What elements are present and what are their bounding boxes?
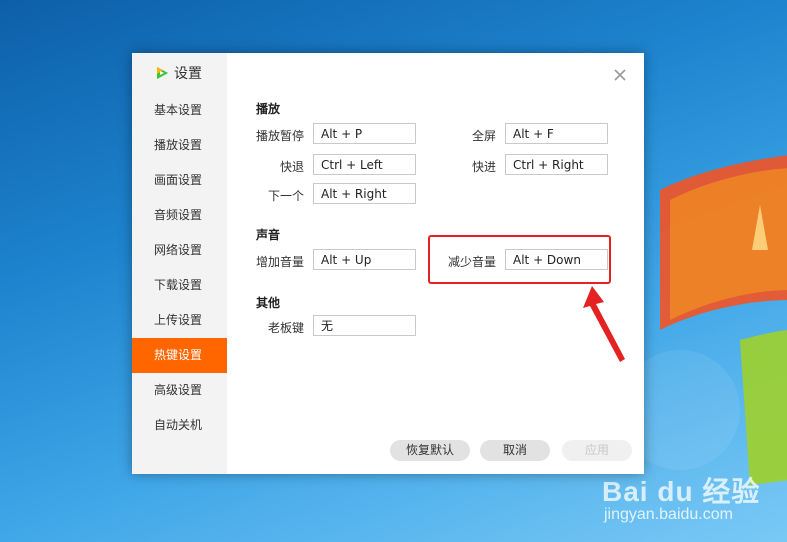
sidebar-item-auto-shutdown[interactable]: 自动关机 <box>132 408 227 443</box>
sidebar-item-download[interactable]: 下载设置 <box>132 268 227 303</box>
hotkey-field-next[interactable]: Alt + Right <box>313 183 416 204</box>
sidebar-item-hotkeys[interactable]: 热键设置 <box>132 338 227 373</box>
hotkey-field-fullscreen[interactable]: Alt + F <box>505 123 608 144</box>
close-icon[interactable] <box>612 67 628 83</box>
annotation-highlight-box <box>428 235 611 284</box>
label-fullscreen: 全屏 <box>471 129 496 143</box>
label-rewind: 快退 <box>279 160 304 174</box>
sidebar-item-network[interactable]: 网络设置 <box>132 233 227 268</box>
reset-defaults-button[interactable]: 恢复默认 <box>390 440 470 461</box>
annotation-arrow-icon <box>583 286 625 362</box>
settings-sidebar: 设置 基本设置 播放设置 画面设置 音频设置 网络设置 下载设置 上传设置 热键… <box>132 53 227 474</box>
sidebar-item-basic[interactable]: 基本设置 <box>132 93 227 128</box>
label-volume-up: 增加音量 <box>255 255 304 269</box>
windows-logo-wallpaper <box>640 155 787 485</box>
watermark-brand: Bai du 经验 <box>602 476 761 507</box>
baidu-jingyan-watermark: Bai du 经验 jingyan.baidu.com <box>602 470 782 530</box>
sidebar-item-picture[interactable]: 画面设置 <box>132 163 227 198</box>
sidebar-item-advanced[interactable]: 高级设置 <box>132 373 227 408</box>
settings-dialog: 设置 基本设置 播放设置 画面设置 音频设置 网络设置 下载设置 上传设置 热键… <box>132 53 644 474</box>
apply-button[interactable]: 应用 <box>562 440 632 461</box>
sidebar-item-upload[interactable]: 上传设置 <box>132 303 227 338</box>
sidebar-item-audio[interactable]: 音频设置 <box>132 198 227 233</box>
section-title-other: 其他 <box>256 296 281 310</box>
settings-nav: 基本设置 播放设置 画面设置 音频设置 网络设置 下载设置 上传设置 热键设置 … <box>132 93 227 443</box>
section-title-sound: 声音 <box>256 228 281 242</box>
label-forward: 快进 <box>471 160 496 174</box>
label-play-pause: 播放暂停 <box>255 129 304 143</box>
hotkey-field-rewind[interactable]: Ctrl + Left <box>313 154 416 175</box>
sidebar-item-playback[interactable]: 播放设置 <box>132 128 227 163</box>
dialog-title-bar: 设置 <box>154 64 202 82</box>
cancel-button[interactable]: 取消 <box>480 440 550 461</box>
hotkey-field-forward[interactable]: Ctrl + Right <box>505 154 608 175</box>
hotkey-field-volume-up[interactable]: Alt + Up <box>313 249 416 270</box>
hotkey-field-play-pause[interactable]: Alt + P <box>313 123 416 144</box>
watermark-url: jingyan.baidu.com <box>604 506 733 523</box>
tencent-video-logo-icon <box>157 67 168 79</box>
label-boss-key: 老板键 <box>267 321 304 335</box>
hotkey-field-boss-key[interactable]: 无 <box>313 315 416 336</box>
label-next: 下一个 <box>267 189 304 203</box>
section-title-playback: 播放 <box>256 102 281 116</box>
dialog-title: 设置 <box>174 66 202 82</box>
